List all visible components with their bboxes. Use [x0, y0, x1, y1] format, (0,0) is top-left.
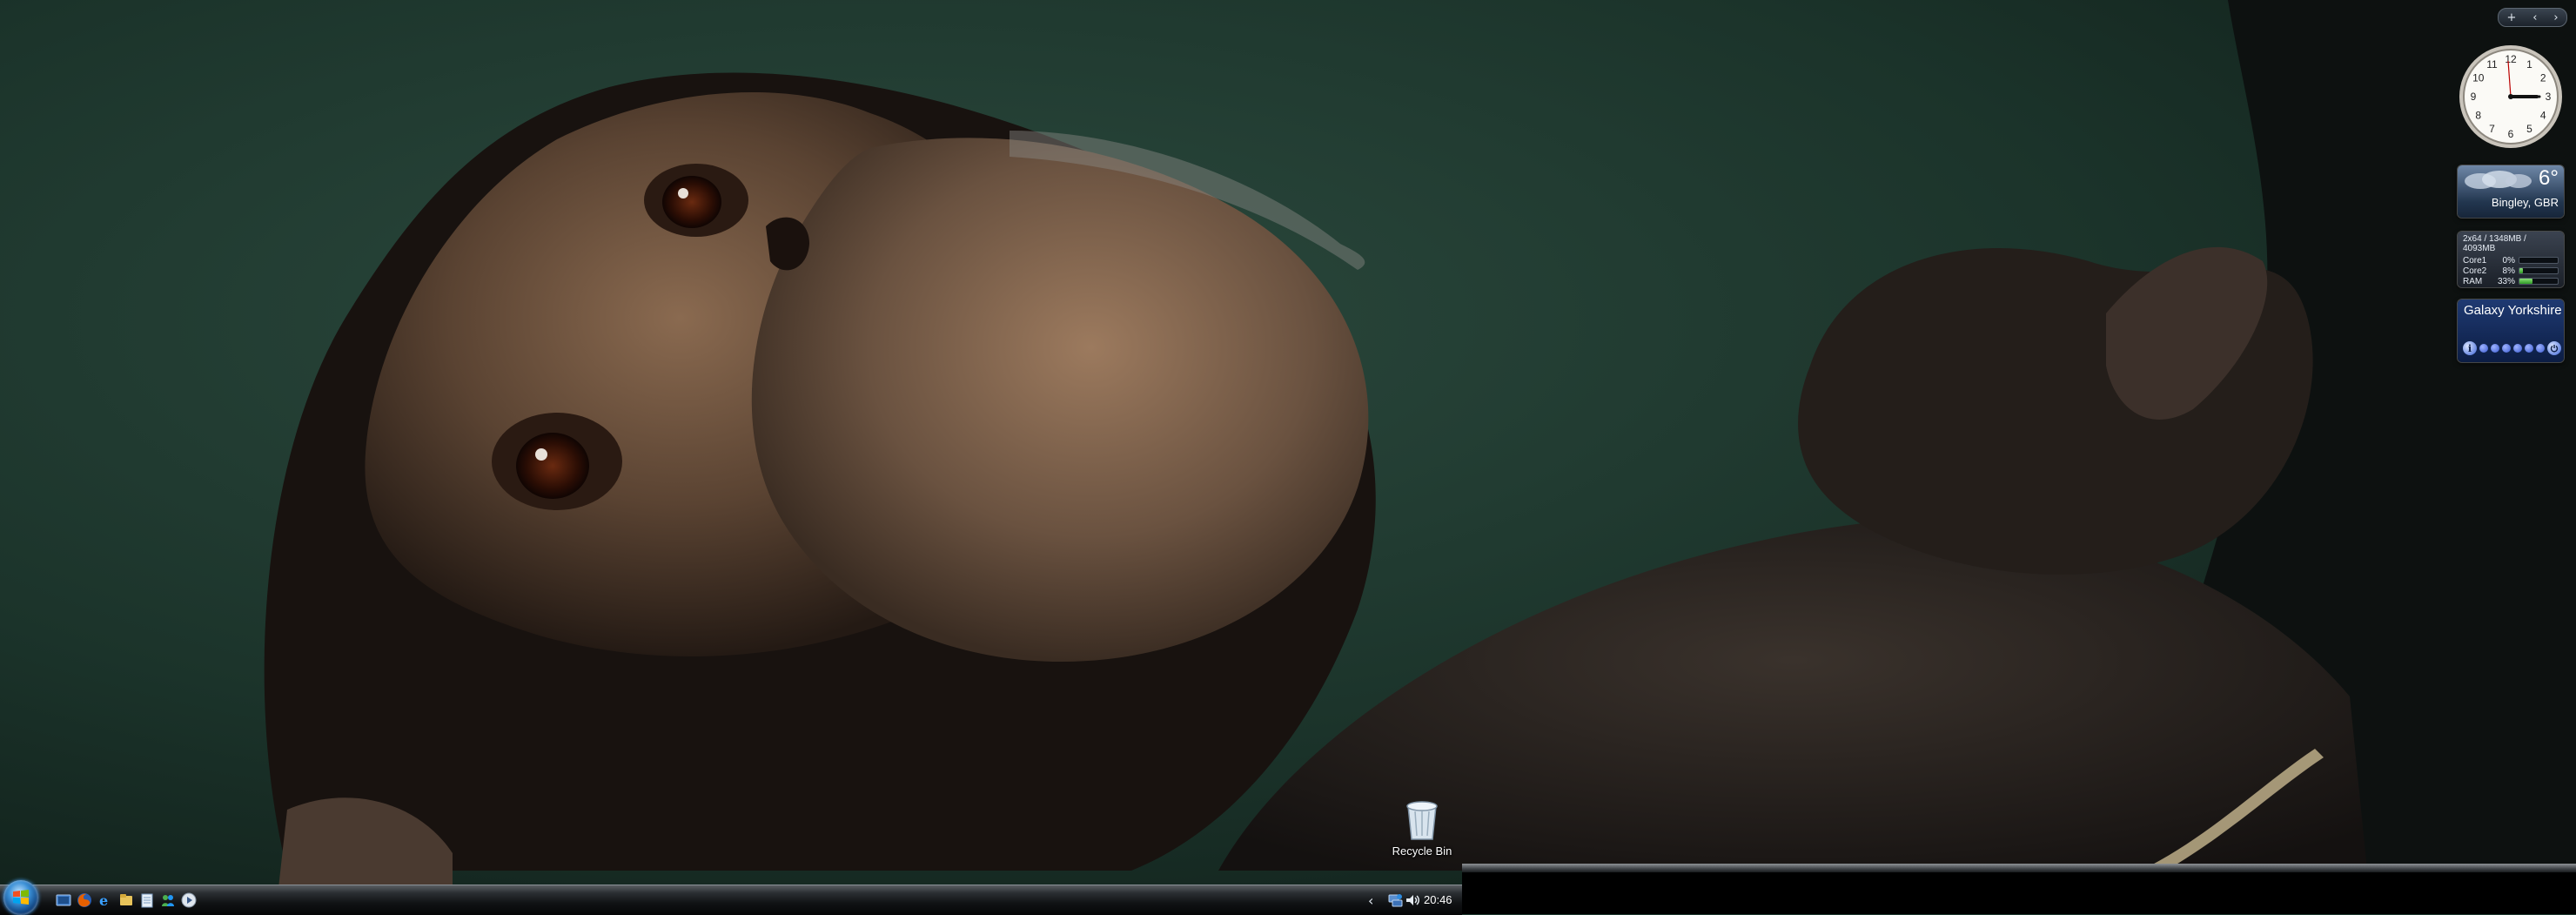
cpu-meter-bar	[2519, 257, 2559, 264]
recycle-bin-desktop-icon[interactable]: Recycle Bin	[1387, 799, 1457, 858]
cpu-meter-gadget[interactable]: 2x64 / 1348MB / 4093MB Core1 0% Core2 8%…	[2458, 232, 2564, 287]
weather-temperature: 6°	[2539, 166, 2559, 190]
weather-gadget[interactable]: 6° Bingley, GBR	[2458, 165, 2564, 218]
windows-explorer-icon[interactable]	[118, 892, 134, 908]
cpu-meter-bar	[2519, 267, 2559, 274]
cpu-meter-row-label: Core1	[2463, 255, 2487, 266]
cpu-meter-row-value: 33%	[2498, 276, 2516, 286]
clock-numeral: 7	[2489, 123, 2495, 135]
network-icon[interactable]	[1387, 892, 1403, 908]
preset-dot-icon[interactable]	[2513, 344, 2522, 353]
add-gadget-button[interactable]: +	[2506, 11, 2516, 24]
internet-explorer-icon[interactable]: e	[97, 892, 113, 908]
cpu-meter-row-label: RAM	[2463, 276, 2483, 286]
cpu-meter-row-label: Core2	[2463, 266, 2487, 276]
clock-numeral: 6	[2508, 128, 2514, 140]
cpu-meter-bar	[2519, 278, 2559, 285]
radio-station-name: Galaxy Yorkshire	[2464, 303, 2562, 318]
preset-dot-icon[interactable]	[2525, 344, 2533, 353]
clock-numeral: 10	[2472, 72, 2485, 84]
preset-dot-icon[interactable]	[2479, 344, 2488, 353]
clock-gadget[interactable]: 12 1 2 3 4 5 6 7 8 9 10 11	[2458, 44, 2564, 150]
cpu-meter-row-value: 0%	[2502, 255, 2515, 266]
recycle-bin-icon	[1406, 801, 1438, 840]
start-button[interactable]	[3, 880, 38, 915]
clock-numeral: 5	[2526, 123, 2532, 135]
power-icon	[2550, 345, 2559, 353]
analog-clock-face: 12 1234567891011	[2459, 45, 2562, 148]
power-button[interactable]	[2547, 341, 2561, 355]
cpu-meter-bar-fill	[2519, 268, 2523, 273]
preset-dot-icon[interactable]	[2491, 344, 2499, 353]
radio-gadget[interactable]: Galaxy Yorkshire i	[2458, 299, 2564, 362]
cpu-meter-row: RAM 33%	[2458, 276, 2564, 286]
taskbar: e ‹ 20:46	[0, 880, 1462, 915]
cloud-rain-icon	[2465, 171, 2532, 189]
cpu-meter-row: Core1 0%	[2458, 255, 2564, 266]
show-desktop-icon[interactable]	[56, 892, 71, 908]
next-page-button[interactable]: ›	[2553, 11, 2558, 24]
preset-dot-icon[interactable]	[2536, 344, 2545, 353]
recycle-bin-label: Recycle Bin	[1392, 844, 1452, 858]
cpu-meter-row-value: 8%	[2502, 266, 2515, 276]
clock-numeral: 1	[2526, 58, 2532, 71]
cpu-meter-header: 2x64 / 1348MB / 4093MB	[2463, 234, 2526, 253]
clock-numeral: 9	[2471, 91, 2477, 103]
previous-page-button[interactable]: ‹	[2532, 11, 2537, 24]
clock-numeral: 3	[2546, 91, 2552, 103]
weather-location: Bingley, GBR	[2491, 196, 2559, 209]
info-button[interactable]: i	[2463, 341, 2477, 355]
secondary-taskbar-strip	[1462, 864, 2576, 872]
firefox-icon[interactable]	[77, 892, 92, 908]
clock-numeral: 12	[2505, 53, 2517, 65]
secondary-monitor-bar	[1462, 864, 2576, 914]
taskbar-clock[interactable]: 20:46	[1424, 893, 1452, 906]
sidebar-controls: + ‹ ›	[2498, 8, 2567, 27]
radio-controls: i	[2463, 341, 2561, 355]
cpu-meter-bar-fill	[2519, 279, 2532, 284]
media-player-icon[interactable]	[181, 892, 197, 908]
clock-numeral: 11	[2486, 58, 2498, 71]
preset-dot-icon[interactable]	[2502, 344, 2511, 353]
tray-expand-button[interactable]: ‹	[1368, 885, 1373, 915]
messenger-icon[interactable]	[160, 892, 176, 908]
desktop-wallpaper	[0, 0, 2576, 914]
clock-numeral: 8	[2475, 110, 2481, 122]
svg-text:e: e	[99, 892, 108, 908]
clock-numeral: 2	[2540, 72, 2546, 84]
volume-icon[interactable]	[1405, 892, 1420, 908]
notepad-icon[interactable]	[139, 892, 155, 908]
windows-logo-icon	[13, 890, 29, 905]
cpu-meter-row: Core2 8%	[2458, 266, 2564, 276]
clock-numeral: 4	[2540, 110, 2546, 122]
